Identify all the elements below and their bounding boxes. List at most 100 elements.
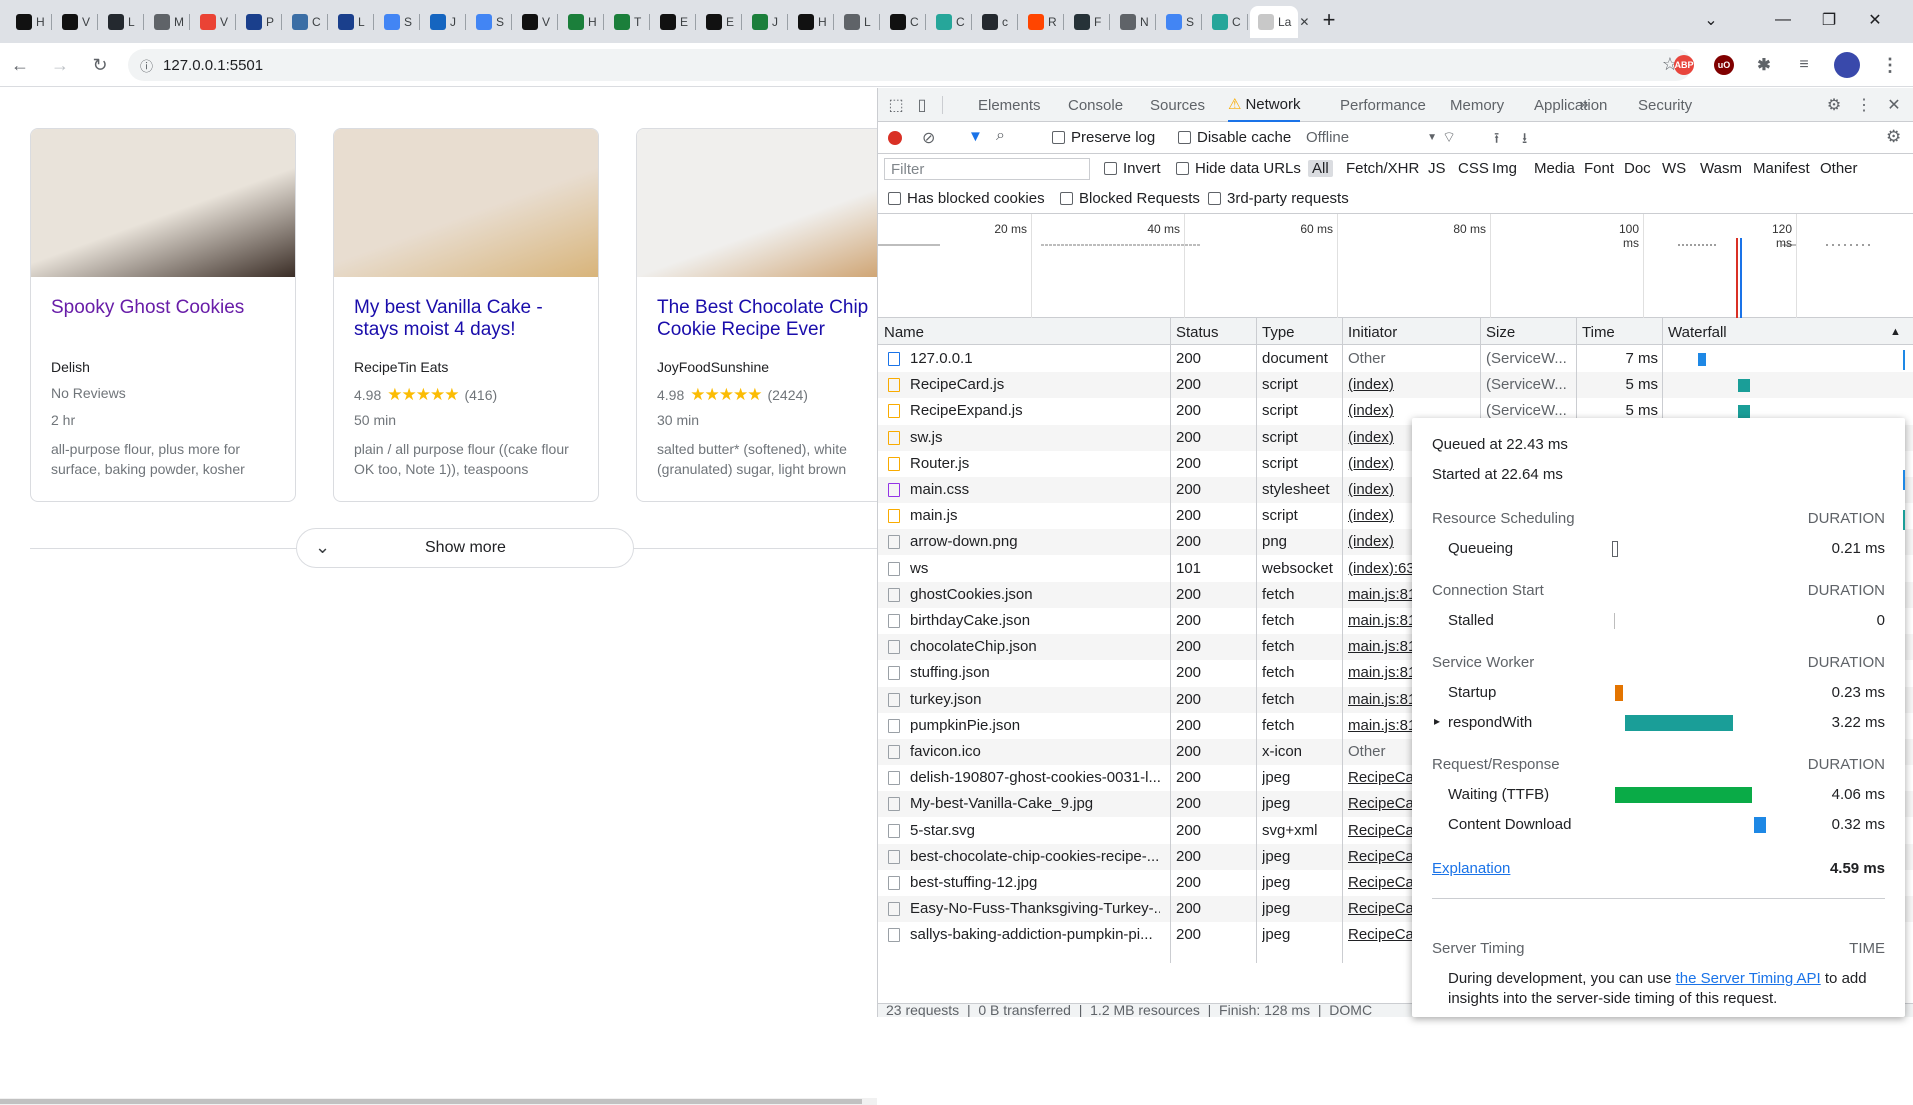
browser-tab[interactable]: C: [284, 6, 328, 38]
recipe-title-link[interactable]: Spooky Ghost Cookies: [51, 297, 281, 319]
browser-tab[interactable]: L: [330, 6, 374, 38]
throttle-select[interactable]: Offline ▼: [1306, 129, 1437, 146]
record-icon[interactable]: [888, 131, 902, 145]
browser-tab[interactable]: V: [54, 6, 98, 38]
recipe-image[interactable]: [31, 129, 295, 277]
type-filter-doc[interactable]: Doc: [1624, 160, 1651, 177]
recipe-image[interactable]: [334, 129, 598, 277]
browser-menu-icon[interactable]: ⋮: [1880, 55, 1900, 75]
export-har-icon[interactable]: ⭳: [1522, 128, 1527, 153]
devtools-tab-console[interactable]: Console: [1068, 88, 1123, 122]
clear-icon[interactable]: ⊘: [922, 128, 935, 148]
has-blocked-cookies-checkbox[interactable]: Has blocked cookies: [888, 190, 1045, 207]
request-row[interactable]: RecipeCard.js 200 script (index) (ServiceW..…: [878, 372, 1913, 399]
browser-tab[interactable]: J: [744, 6, 788, 38]
browser-tab[interactable]: H: [8, 6, 52, 38]
recipe-title-link[interactable]: The Best Chocolate Chip Cookie Recipe Ev…: [657, 297, 887, 341]
browser-tab[interactable]: R: [1020, 6, 1064, 38]
recipe-title-link[interactable]: My best Vanilla Cake - stays moist 4 day…: [354, 297, 584, 341]
blocked-requests-checkbox[interactable]: Blocked Requests: [1060, 190, 1200, 207]
abp-icon[interactable]: ABP: [1674, 55, 1694, 75]
back-icon[interactable]: ←: [6, 51, 34, 79]
tab-search-button[interactable]: ⌄: [1688, 0, 1734, 40]
column-header-initiator[interactable]: Initiator: [1348, 324, 1397, 341]
type-filter-ws[interactable]: WS: [1662, 160, 1686, 177]
hide-data-urls-checkbox[interactable]: Hide data URLs: [1176, 160, 1301, 177]
request-row[interactable]: 127.0.0.1 200 document Other (ServiceW... 7 m…: [878, 346, 1913, 372]
show-more-button[interactable]: ⌄ Show more: [296, 528, 634, 568]
request-initiator[interactable]: (index): [1348, 376, 1476, 393]
devtools-tab-network[interactable]: ⚠ Network: [1228, 88, 1301, 122]
browser-tab[interactable]: E: [698, 6, 742, 38]
request-initiator[interactable]: (index): [1348, 402, 1476, 419]
browser-tab[interactable]: E: [652, 6, 696, 38]
new-tab-button[interactable]: +: [1306, 0, 1352, 40]
invert-checkbox[interactable]: Invert: [1104, 160, 1161, 177]
browser-tab[interactable]: H: [790, 6, 834, 38]
devtools-tab-sources[interactable]: Sources: [1150, 88, 1205, 122]
maximize-button[interactable]: ❐: [1806, 0, 1852, 40]
devtools-tab-memory[interactable]: Memory: [1450, 88, 1504, 122]
devtools-tab-performance[interactable]: Performance: [1340, 88, 1426, 122]
network-conditions-icon[interactable]: ⌔: [1442, 128, 1456, 147]
profile-avatar[interactable]: [1834, 52, 1860, 78]
horizontal-scrollbar[interactable]: [0, 1098, 877, 1105]
scrollbar-thumb[interactable]: [0, 1099, 862, 1104]
browser-tab[interactable]: P: [238, 6, 282, 38]
device-toolbar-icon[interactable]: ▯: [912, 95, 932, 115]
media-icon[interactable]: ≡: [1794, 55, 1814, 75]
forward-icon[interactable]: →: [46, 51, 74, 79]
disable-cache-checkbox[interactable]: Disable cache: [1178, 129, 1291, 146]
network-overview[interactable]: 20 ms 40 ms 60 ms 80 ms 100 ms 120 ms: [878, 214, 1913, 318]
type-filter-other[interactable]: Other: [1820, 160, 1858, 177]
browser-tab[interactable]: S: [376, 6, 420, 38]
settings-gear-icon[interactable]: ⚙: [1824, 95, 1844, 115]
browser-tab[interactable]: C: [882, 6, 926, 38]
browser-tab[interactable]: C: [928, 6, 972, 38]
search-icon[interactable]: ⌕: [996, 127, 1005, 145]
active-browser-tab[interactable]: La ✕: [1250, 6, 1309, 38]
column-header-time[interactable]: Time: [1582, 324, 1615, 341]
browser-tab[interactable]: V: [514, 6, 558, 38]
devtools-tab-security[interactable]: Security: [1638, 88, 1692, 122]
reload-icon[interactable]: ↻: [86, 51, 114, 79]
devtools-tab-elements[interactable]: Elements: [978, 88, 1041, 122]
type-filter-fetchxhr[interactable]: Fetch/XHR: [1346, 160, 1419, 177]
type-filter-img[interactable]: Img: [1492, 160, 1517, 177]
ublock-icon[interactable]: uO: [1714, 55, 1734, 75]
browser-tab[interactable]: V: [192, 6, 236, 38]
column-header-status[interactable]: Status: [1176, 324, 1219, 341]
column-header-type[interactable]: Type: [1262, 324, 1295, 341]
devtools-tab-application[interactable]: Application: [1534, 88, 1607, 122]
expand-triangle-icon[interactable]: ▸: [1434, 714, 1440, 728]
address-bar[interactable]: ⓘ 127.0.0.1:5501 ☆: [128, 49, 1692, 81]
type-filter-manifest[interactable]: Manifest: [1753, 160, 1810, 177]
filter-input[interactable]: Filter: [884, 158, 1090, 180]
server-timing-api-link[interactable]: the Server Timing API: [1676, 970, 1821, 987]
browser-tab[interactable]: S: [1158, 6, 1202, 38]
filter-icon[interactable]: ▼: [968, 128, 983, 145]
browser-tab[interactable]: M: [146, 6, 190, 38]
kebab-menu-icon[interactable]: ⋮: [1854, 95, 1874, 115]
recipe-card[interactable]: My best Vanilla Cake - stays moist 4 day…: [333, 128, 599, 502]
column-header-name[interactable]: Name: [884, 324, 924, 341]
column-header-size[interactable]: Size: [1486, 324, 1515, 341]
browser-tab[interactable]: C: [1204, 6, 1248, 38]
puzzle-icon[interactable]: ✱: [1754, 55, 1774, 75]
browser-tab[interactable]: J: [422, 6, 466, 38]
close-devtools-icon[interactable]: ✕: [1884, 95, 1904, 115]
preserve-log-checkbox[interactable]: Preserve log: [1052, 129, 1155, 146]
inspect-element-icon[interactable]: ⬚: [886, 95, 906, 115]
import-har-icon[interactable]: ⭱: [1494, 128, 1499, 153]
browser-tab[interactable]: c: [974, 6, 1018, 38]
timing-row-label[interactable]: respondWith: [1448, 714, 1532, 731]
type-filter-css[interactable]: CSS: [1458, 160, 1489, 177]
more-tabs-icon[interactable]: »: [1574, 95, 1594, 115]
minimize-button[interactable]: —: [1760, 0, 1806, 40]
close-window-button[interactable]: ✕: [1852, 0, 1898, 40]
column-header-waterfall[interactable]: Waterfall: [1668, 324, 1727, 341]
browser-tab[interactable]: F: [1066, 6, 1110, 38]
type-filter-all[interactable]: All: [1308, 160, 1333, 177]
type-filter-wasm[interactable]: Wasm: [1700, 160, 1742, 177]
type-filter-font[interactable]: Font: [1584, 160, 1614, 177]
